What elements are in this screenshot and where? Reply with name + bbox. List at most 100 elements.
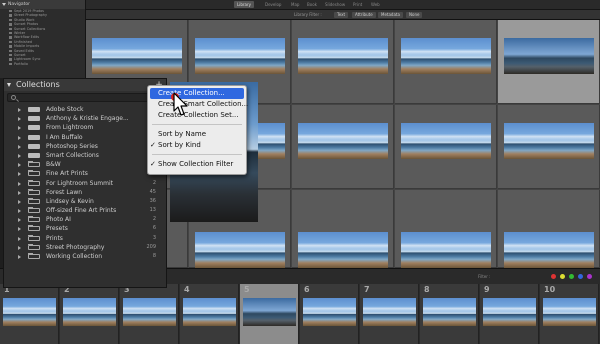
collection-item[interactable]: B&W3 — [4, 160, 166, 169]
red-label-icon[interactable] — [551, 274, 556, 279]
collection-item[interactable]: I Am Buffalo — [4, 133, 166, 142]
expand-triangle-icon[interactable] — [18, 144, 21, 149]
checkmark-icon: ✓ — [150, 160, 156, 168]
collection-item[interactable]: Off-sized Fine Art Prints 13 — [4, 206, 166, 215]
collection-item-label: Street Photography — [46, 243, 105, 251]
collection-search-input[interactable] — [7, 93, 163, 102]
collection-item-count: 36 — [149, 197, 156, 204]
grid-cell[interactable] — [292, 105, 394, 189]
collection-item[interactable]: Lindsey & Kevin 36 — [4, 197, 166, 206]
collection-item-count: 13 — [149, 207, 156, 214]
filter-metadata-button[interactable]: Metadata — [378, 12, 403, 18]
collection-item[interactable]: From Lightroom — [4, 123, 166, 132]
collections-context-menu: Create Collection... Create Smart Collec… — [147, 85, 248, 175]
collection-item-count: 45 — [149, 188, 156, 195]
filmstrip-cell[interactable]: 4 — [180, 284, 239, 344]
collection-item[interactable]: Fine Art Prints168 — [4, 169, 166, 178]
filmstrip-index: 4 — [184, 285, 190, 294]
grid-cell[interactable] — [395, 20, 497, 104]
filmstrip-cell[interactable]: 1 — [0, 284, 59, 344]
grid-cell[interactable] — [498, 105, 600, 189]
filmstrip-cell[interactable]: 9 — [480, 284, 539, 344]
collection-set-icon — [28, 125, 40, 131]
filmstrip-cell[interactable]: 8 — [420, 284, 479, 344]
grid-cell[interactable] — [395, 105, 497, 189]
tab-book[interactable]: Book — [304, 1, 320, 8]
collection-item[interactable]: Prints 3 — [4, 234, 166, 243]
tab-develop[interactable]: Develop — [262, 1, 284, 8]
menu-sort-by-kind[interactable]: ✓ Sort by Kind — [148, 140, 246, 151]
collection-item[interactable]: Photo AI 2 — [4, 215, 166, 224]
collection-item[interactable]: Smart Collections — [4, 151, 166, 160]
navigator-row[interactable]: Portfolio — [0, 62, 85, 66]
grid-cell[interactable] — [292, 20, 394, 104]
collection-item[interactable]: Adobe Stock — [4, 105, 166, 114]
expand-triangle-icon[interactable] — [18, 181, 21, 186]
expand-triangle-icon[interactable] — [18, 190, 21, 195]
filter-none-button[interactable]: None — [406, 12, 423, 18]
filmstrip-cell[interactable]: 6 — [300, 284, 359, 344]
filmstrip-cell[interactable]: 3 — [120, 284, 179, 344]
purple-label-icon[interactable] — [587, 274, 592, 279]
grid-cell[interactable] — [292, 190, 394, 268]
tab-map[interactable]: Map — [288, 1, 302, 8]
color-label-filters — [551, 274, 592, 279]
tab-slideshow[interactable]: Slideshow — [322, 1, 348, 8]
expand-triangle-icon[interactable] — [18, 117, 21, 122]
folder-icon — [28, 197, 40, 204]
collections-header[interactable]: Collections + — [4, 79, 166, 91]
filter-attribute-button[interactable]: Attribute — [352, 12, 376, 18]
blue-label-icon[interactable] — [578, 274, 583, 279]
menu-create-smart-collection[interactable]: Create Smart Collection... — [148, 99, 248, 110]
collection-item[interactable]: Anthony & Kristie Engage... — [4, 114, 166, 123]
expand-triangle-icon[interactable] — [18, 245, 21, 250]
collection-item-label: For Lightroom Summit — [46, 179, 114, 187]
filmstrip-cell[interactable]: 7 — [360, 284, 419, 344]
filmstrip-thumbnail — [183, 298, 236, 326]
green-label-icon[interactable] — [569, 274, 574, 279]
filmstrip-thumbnail — [63, 298, 116, 326]
filter-text-button[interactable]: Text — [334, 12, 349, 18]
collection-item[interactable]: Working Collection 8 — [4, 252, 166, 261]
collection-item-count: 3 — [152, 234, 156, 241]
collections-panel: Collections + Adobe Stock Anthony & Krist… — [3, 78, 167, 288]
expand-triangle-icon[interactable] — [18, 218, 21, 223]
sort-by-kind-label: Sort by Kind — [158, 141, 201, 149]
grid-cell[interactable] — [498, 190, 600, 268]
expand-triangle-icon[interactable] — [18, 209, 21, 214]
thumbnail — [298, 123, 388, 159]
collection-item[interactable]: For Lightroom Summit 2 — [4, 179, 166, 188]
yellow-label-icon[interactable] — [560, 274, 565, 279]
filmstrip-cell[interactable]: 10 — [540, 284, 599, 344]
menu-create-collection-set[interactable]: Create Collection Set... — [148, 110, 246, 121]
expand-triangle-icon[interactable] — [18, 199, 21, 204]
tab-library[interactable]: Library — [234, 1, 254, 8]
collection-item[interactable]: Photoshop Series — [4, 142, 166, 151]
filmstrip-thumbnail — [303, 298, 356, 326]
filmstrip-cell[interactable]: 2 — [60, 284, 119, 344]
expand-triangle-icon[interactable] — [18, 108, 21, 112]
collection-item[interactable]: Street Photography 209 — [4, 243, 166, 252]
menu-sort-by-name[interactable]: Sort by Name — [148, 129, 246, 140]
expand-triangle-icon[interactable] — [18, 153, 21, 158]
expand-triangle-icon[interactable] — [18, 163, 21, 168]
expand-triangle-icon[interactable] — [18, 135, 21, 140]
collapse-triangle-icon[interactable] — [7, 83, 11, 87]
collection-item[interactable]: Forest Lawn 45 — [4, 188, 166, 197]
grid-cell[interactable] — [498, 20, 600, 104]
expand-triangle-icon[interactable] — [18, 172, 21, 177]
grid-cell[interactable] — [395, 190, 497, 268]
thumbnail — [195, 232, 285, 268]
expand-triangle-icon[interactable] — [18, 227, 21, 232]
tab-web[interactable]: Web — [368, 1, 383, 8]
expand-triangle-icon[interactable] — [18, 255, 21, 259]
navigator-header[interactable]: Navigator — [0, 0, 85, 9]
thumbnail — [298, 232, 388, 268]
menu-show-collection-filter[interactable]: ✓ Show Collection Filter — [148, 159, 246, 170]
filmstrip-cell[interactable]: 5 — [240, 284, 299, 344]
expand-triangle-icon[interactable] — [18, 126, 21, 131]
tab-print[interactable]: Print — [350, 1, 365, 8]
menu-create-collection[interactable]: Create Collection... — [150, 88, 244, 99]
collection-item[interactable]: Presets 6 — [4, 224, 166, 233]
expand-triangle-icon[interactable] — [18, 236, 21, 241]
